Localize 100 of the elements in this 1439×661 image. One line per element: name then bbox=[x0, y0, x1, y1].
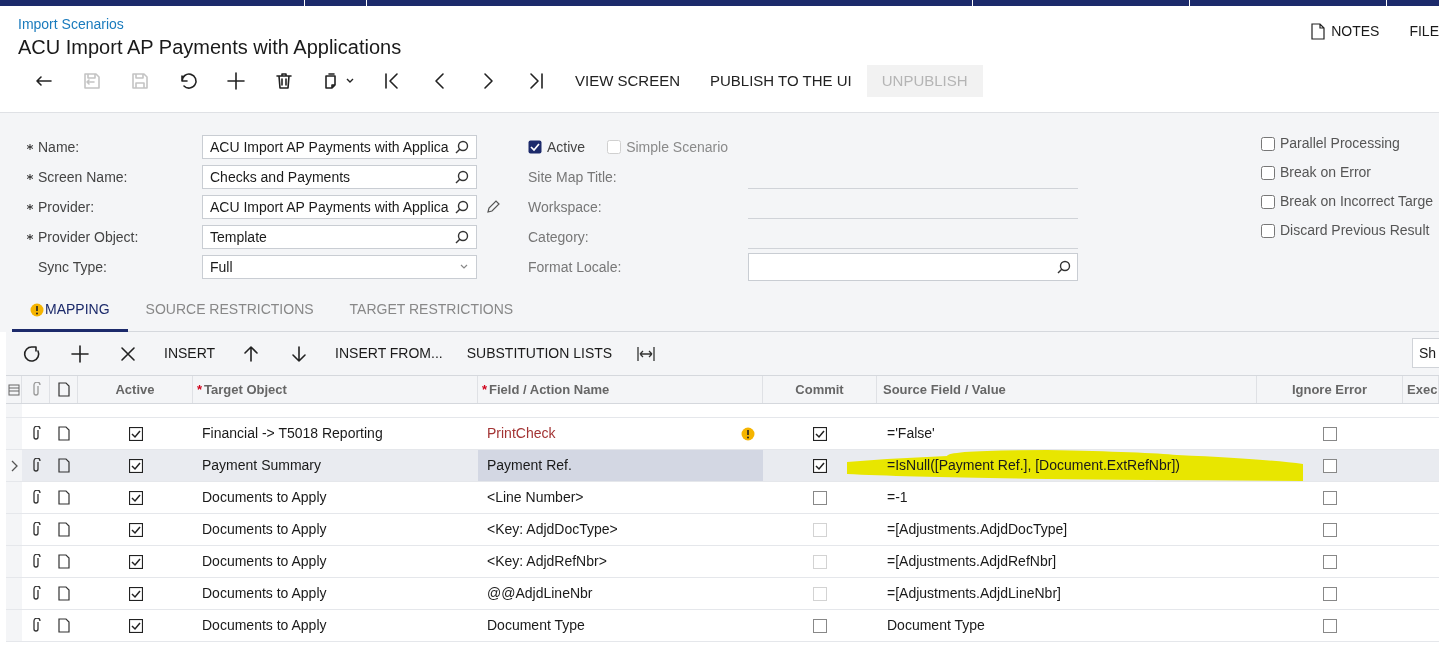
paperclip-icon bbox=[30, 425, 42, 442]
note-button[interactable] bbox=[58, 522, 70, 537]
column-header: *Target Object bbox=[197, 380, 287, 399]
table-row[interactable]: Documents to Apply @@AdjdLineNbr =[Adjustments.AdjdLineNbr] bbox=[6, 578, 1439, 610]
checkbox[interactable] bbox=[813, 426, 827, 441]
edit-button[interactable] bbox=[485, 199, 501, 215]
checkbox[interactable] bbox=[813, 458, 827, 473]
lookup-field[interactable]: ACU Import AP Payments with Applica bbox=[202, 135, 477, 159]
table-cell-text: PrintCheck bbox=[487, 424, 556, 443]
table-row[interactable]: Payment Summary Payment Ref. =IsNull([Payment Ref.], [Document.ExtRefNbr]) bbox=[6, 450, 1439, 482]
note-icon bbox=[58, 618, 70, 633]
toolbar-button[interactable]: SUBSTITUTION LISTS bbox=[454, 337, 625, 370]
paperclip-icon bbox=[30, 585, 42, 602]
attachment-button[interactable] bbox=[30, 457, 42, 474]
note-button[interactable] bbox=[58, 554, 70, 569]
toolbar-button[interactable]: VIEW SCREEN bbox=[560, 65, 695, 97]
lookup-field[interactable]: Template bbox=[202, 225, 477, 249]
lookup-field[interactable]: Checks and Payments bbox=[202, 165, 477, 189]
checkbox[interactable] bbox=[1261, 165, 1275, 180]
table-cell-text: =[Adjustments.AdjdDocType] bbox=[887, 520, 1068, 539]
table-row[interactable]: Documents to Apply <Line Number> =-1 bbox=[6, 482, 1439, 514]
checkbox-label: Simple Scenario bbox=[626, 137, 729, 157]
lookup-field[interactable]: ACU Import AP Payments with Applica bbox=[202, 195, 477, 219]
pencil-icon bbox=[485, 199, 501, 215]
paperclip-icon bbox=[30, 617, 42, 634]
table-row[interactable]: Documents to Apply <Key: AdjdDocType> =[Adjustments.AdjdDocType] bbox=[6, 514, 1439, 546]
checkbox[interactable] bbox=[1323, 522, 1337, 537]
toolbar-button[interactable]: PUBLISH TO THE UI bbox=[695, 65, 867, 97]
table-cell-text: Documents to Apply bbox=[202, 520, 327, 539]
table-cell-text: <Key: AdjdRefNbr> bbox=[487, 552, 607, 571]
checkbox[interactable] bbox=[1261, 223, 1275, 238]
width-arrows-icon bbox=[636, 345, 657, 362]
column-header: Source Field / Value bbox=[883, 380, 1006, 399]
note-button[interactable] bbox=[58, 458, 70, 473]
checkbox[interactable] bbox=[128, 586, 143, 601]
table-cell-text: Document Type bbox=[887, 616, 985, 635]
grid-settings-icon bbox=[7, 383, 20, 396]
notes-button[interactable]: NOTES bbox=[1311, 21, 1380, 42]
table-cell-text: <Key: AdjdDocType> bbox=[487, 520, 618, 539]
table-cell-text: Document Type bbox=[487, 616, 585, 635]
attachment-button[interactable] bbox=[30, 617, 42, 634]
table-row[interactable]: Documents to Apply <Key: AdjdRefNbr> =[Adjustments.AdjdRefNbr] bbox=[6, 546, 1439, 578]
checkbox[interactable] bbox=[128, 554, 143, 569]
field-label: Name: bbox=[38, 137, 81, 157]
attachment-button[interactable] bbox=[30, 425, 42, 442]
note-button[interactable] bbox=[58, 426, 70, 441]
lookup-field[interactable] bbox=[748, 253, 1078, 281]
checkbox[interactable] bbox=[128, 458, 143, 473]
field-value: ACU Import AP Payments with Applica bbox=[210, 137, 449, 157]
search-icon bbox=[455, 140, 469, 154]
field-label: Site Map Title: bbox=[528, 167, 618, 187]
checkbox[interactable] bbox=[1323, 426, 1337, 441]
attachment-button[interactable] bbox=[30, 489, 42, 506]
note-button[interactable] bbox=[58, 618, 70, 633]
attachment-button[interactable] bbox=[30, 521, 42, 538]
checkbox[interactable] bbox=[528, 140, 542, 154]
search-icon bbox=[455, 170, 469, 184]
checkbox[interactable] bbox=[128, 522, 143, 537]
attachment-button[interactable] bbox=[30, 585, 42, 602]
show-button[interactable]: Sh bbox=[1412, 338, 1439, 368]
field-label: Provider Object: bbox=[38, 227, 140, 247]
checkbox[interactable] bbox=[1323, 490, 1337, 505]
toolbar-button[interactable]: INSERT FROM... bbox=[323, 337, 455, 370]
table-cell-text: Documents to Apply bbox=[202, 584, 327, 603]
breadcrumb-link[interactable]: Import Scenarios bbox=[18, 15, 402, 33]
checkbox[interactable] bbox=[128, 490, 143, 505]
column-header: Exec bbox=[1407, 380, 1438, 399]
checkbox[interactable] bbox=[1323, 554, 1337, 569]
note-button[interactable] bbox=[58, 490, 70, 505]
field-value: ACU Import AP Payments with Applica bbox=[210, 197, 449, 217]
checkbox-label: Active bbox=[547, 137, 586, 157]
column-header: Active bbox=[115, 380, 155, 399]
column-header: *Field / Action Name bbox=[482, 380, 610, 399]
paperclip-icon bbox=[30, 553, 42, 570]
note-icon bbox=[58, 458, 70, 473]
search-icon bbox=[455, 200, 469, 214]
note-button[interactable] bbox=[58, 586, 70, 601]
checkbox[interactable] bbox=[1261, 136, 1275, 151]
checkbox[interactable] bbox=[1323, 586, 1337, 601]
checkbox[interactable] bbox=[1323, 458, 1337, 473]
row-pointer-icon bbox=[10, 459, 18, 472]
checkbox[interactable] bbox=[1261, 194, 1275, 209]
attachment-button[interactable] bbox=[30, 553, 42, 570]
table-row[interactable]: Documents to Apply Document Type Document Type bbox=[6, 610, 1439, 642]
checkbox[interactable] bbox=[813, 490, 827, 505]
files-button[interactable]: FILE bbox=[1409, 21, 1439, 42]
dropdown-field[interactable]: Full bbox=[202, 255, 477, 279]
checkbox[interactable] bbox=[128, 426, 143, 441]
checkbox[interactable] bbox=[128, 618, 143, 633]
toolbar-button[interactable]: INSERT bbox=[152, 337, 228, 370]
checkbox[interactable] bbox=[813, 618, 827, 633]
table-cell-text: Documents to Apply bbox=[202, 488, 327, 507]
column-header: Ignore Error bbox=[1291, 380, 1368, 399]
note-icon bbox=[1311, 23, 1326, 40]
field-value: Full bbox=[210, 257, 233, 277]
table-row[interactable]: Financial -> T5018 Reporting PrintCheck ='False' bbox=[6, 418, 1439, 450]
checkbox-label: Parallel Processing bbox=[1280, 134, 1400, 153]
checkbox[interactable] bbox=[1323, 618, 1337, 633]
field-label: Format Locale: bbox=[528, 257, 623, 277]
note-icon bbox=[58, 426, 70, 441]
